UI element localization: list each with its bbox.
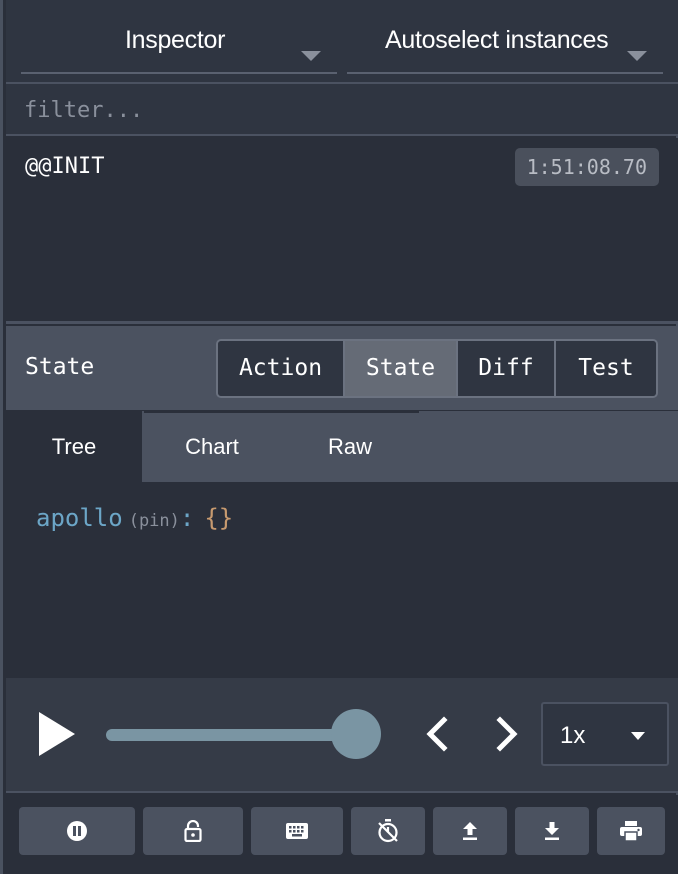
dispatcher-button[interactable] bbox=[251, 807, 343, 855]
top-bar: Inspector Autoselect instances bbox=[6, 0, 678, 84]
pause-icon bbox=[67, 821, 87, 841]
download-icon bbox=[545, 822, 559, 840]
filter-input[interactable] bbox=[24, 94, 664, 126]
tab-test[interactable]: Test bbox=[556, 341, 656, 396]
pause-recording-button[interactable] bbox=[19, 807, 135, 855]
monitor-title: State bbox=[25, 354, 95, 380]
action-name: @@INIT bbox=[25, 154, 105, 179]
step-back-icon[interactable] bbox=[418, 714, 458, 754]
tree-node[interactable]: apollo (pin): {} bbox=[36, 504, 233, 532]
subtab-tree[interactable]: Tree bbox=[6, 411, 142, 482]
action-list: @@INIT 1:51:08.70 bbox=[6, 138, 678, 324]
action-list-item[interactable]: @@INIT 1:51:08.70 bbox=[6, 138, 678, 196]
tree-node-colon: : bbox=[179, 504, 195, 532]
step-forward-icon[interactable] bbox=[486, 714, 526, 754]
subtab-raw[interactable]: Raw bbox=[282, 411, 418, 482]
tab-diff[interactable]: Diff bbox=[458, 341, 556, 396]
pin-link[interactable]: (pin) bbox=[129, 511, 180, 531]
export-button[interactable] bbox=[515, 807, 589, 855]
persist-button[interactable] bbox=[351, 807, 425, 855]
tree-node-key: apollo bbox=[36, 504, 123, 532]
chevron-down-icon bbox=[627, 51, 647, 61]
monitor-tabs: Action State Diff Test bbox=[216, 339, 658, 398]
tree-node-value: {} bbox=[204, 504, 234, 532]
slider-track[interactable] bbox=[106, 729, 356, 741]
subtab-chart[interactable]: Chart bbox=[144, 411, 280, 482]
state-subtabs: Tree Chart Raw bbox=[6, 411, 678, 482]
slider-thumb[interactable] bbox=[331, 709, 381, 759]
monitor-select-label: Inspector bbox=[125, 26, 226, 54]
lock-button[interactable] bbox=[143, 807, 243, 855]
devtools-panel: Inspector Autoselect instances @@INIT 1:… bbox=[0, 0, 678, 874]
filter-bar bbox=[6, 84, 678, 136]
monitor-header: State Action State Diff Test bbox=[6, 326, 678, 412]
timer-off-icon bbox=[378, 819, 398, 843]
instance-select-label: Autoselect instances bbox=[385, 26, 609, 54]
keyboard-icon bbox=[286, 823, 308, 839]
instance-select[interactable]: Autoselect instances bbox=[347, 14, 663, 74]
slider-player: 1x bbox=[6, 678, 678, 793]
upload-icon bbox=[463, 822, 477, 840]
chevron-down-icon bbox=[301, 51, 321, 61]
chevron-down-icon bbox=[631, 732, 645, 740]
bottom-toolbar bbox=[6, 795, 678, 874]
monitor-select[interactable]: Inspector bbox=[21, 14, 337, 74]
state-tree: apollo (pin): {} bbox=[6, 482, 678, 678]
tab-state[interactable]: State bbox=[345, 341, 458, 396]
speed-value: 1x bbox=[560, 722, 586, 749]
import-button[interactable] bbox=[433, 807, 507, 855]
print-icon bbox=[620, 821, 642, 841]
play-icon[interactable] bbox=[39, 712, 75, 756]
tab-action[interactable]: Action bbox=[218, 341, 345, 396]
speed-select[interactable]: 1x bbox=[541, 702, 669, 766]
action-timestamp: 1:51:08.70 bbox=[514, 148, 659, 186]
print-button[interactable] bbox=[597, 807, 665, 855]
lock-open-icon bbox=[184, 820, 202, 842]
